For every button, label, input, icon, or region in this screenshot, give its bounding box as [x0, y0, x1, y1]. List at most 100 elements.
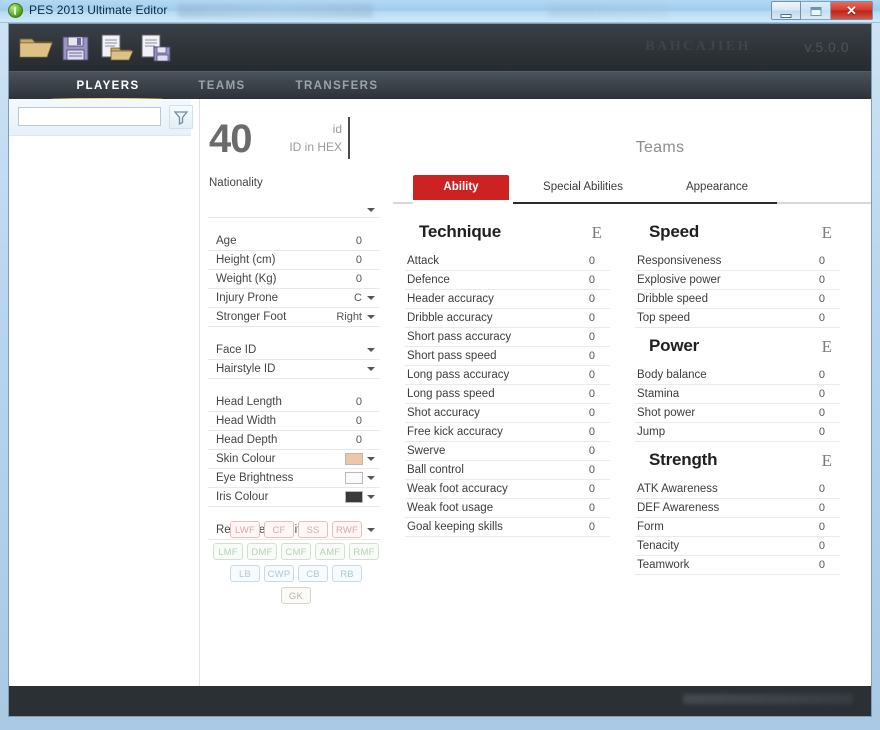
stat-row[interactable]: Shot power 0	[635, 404, 840, 423]
nationality-select[interactable]	[208, 201, 380, 218]
field-head-length[interactable]: Head Length 0	[208, 393, 380, 412]
position-amf[interactable]: AMF	[315, 543, 345, 560]
funnel-filter-icon[interactable]	[169, 105, 193, 129]
position-lmf[interactable]: LMF	[213, 543, 243, 560]
stat-row[interactable]: Attack 0	[405, 252, 610, 271]
section-header-power: Power E	[635, 336, 840, 366]
section-grade: E	[821, 451, 832, 470]
position-rwf[interactable]: RWF	[332, 521, 362, 538]
search-input[interactable]	[18, 107, 161, 126]
position-cwp[interactable]: CWP	[264, 565, 294, 582]
stat-label: Shot power	[637, 407, 696, 419]
stat-row[interactable]: Header accuracy 0	[405, 290, 610, 309]
field-face-id[interactable]: Face ID	[208, 341, 380, 360]
stat-row[interactable]: Weak foot usage 0	[405, 499, 610, 518]
position-cb[interactable]: CB	[298, 565, 328, 582]
tab-special-abilities[interactable]: Special Abilities	[513, 175, 653, 200]
export-document-icon[interactable]	[137, 32, 175, 64]
open-folder-icon[interactable]	[17, 32, 55, 64]
stat-row[interactable]: ATK Awareness 0	[635, 480, 840, 499]
position-rb[interactable]: RB	[332, 565, 362, 582]
title-blurred-text	[178, 4, 373, 17]
stat-row[interactable]: Ball control 0	[405, 461, 610, 480]
maximize-button[interactable]	[801, 1, 831, 20]
section-title-text: Power	[649, 336, 700, 355]
field-height[interactable]: Height (cm) 0	[208, 251, 380, 270]
stat-row[interactable]: Dribble accuracy 0	[405, 309, 610, 328]
import-document-icon[interactable]	[97, 32, 135, 64]
stat-row[interactable]: Goal keeping skills 0	[405, 518, 610, 537]
stat-value: 0	[588, 255, 595, 267]
stat-row[interactable]: Long pass accuracy 0	[405, 366, 610, 385]
stat-row[interactable]: Dribble speed 0	[635, 290, 840, 309]
field-injury-prone[interactable]: Injury Prone C	[208, 289, 380, 308]
stat-row[interactable]: Body balance 0	[635, 366, 840, 385]
section-grade: E	[821, 337, 832, 356]
stat-row[interactable]: Teamwork 0	[635, 556, 840, 575]
stat-row[interactable]: Shot accuracy 0	[405, 404, 610, 423]
nav-tab-players[interactable]: PLAYERS	[49, 72, 167, 100]
position-cmf[interactable]: CMF	[281, 543, 311, 560]
section-grade: E	[591, 223, 602, 242]
position-lb[interactable]: LB	[230, 565, 260, 582]
field-value: 0	[355, 273, 362, 285]
chevron-down-icon	[367, 367, 375, 371]
stat-row[interactable]: Long pass speed 0	[405, 385, 610, 404]
stat-row[interactable]: Short pass speed 0	[405, 347, 610, 366]
field-hairstyle-id[interactable]: Hairstyle ID	[208, 360, 380, 379]
field-value: Right	[336, 311, 362, 323]
field-iris-colour[interactable]: Iris Colour	[208, 488, 380, 507]
stat-row[interactable]: DEF Awareness 0	[635, 499, 840, 518]
field-label: Age	[216, 235, 237, 247]
stat-row[interactable]: Responsiveness 0	[635, 252, 840, 271]
field-eye-brightness[interactable]: Eye Brightness	[208, 469, 380, 488]
stat-row[interactable]: Short pass accuracy 0	[405, 328, 610, 347]
field-age[interactable]: Age 0	[208, 232, 380, 251]
stat-value: 0	[588, 350, 595, 362]
stat-label: Weak foot usage	[407, 502, 494, 514]
minimize-button[interactable]	[771, 1, 801, 20]
position-ss[interactable]: SS	[298, 521, 328, 538]
stat-row[interactable]: Swerve 0	[405, 442, 610, 461]
field-value: 0	[355, 254, 362, 266]
field-value: 0	[355, 434, 362, 446]
field-weight[interactable]: Weight (Kg) 0	[208, 270, 380, 289]
stat-row[interactable]: Defence 0	[405, 271, 610, 290]
close-button[interactable]: ✕	[831, 1, 873, 20]
position-cf[interactable]: CF	[264, 521, 294, 538]
stat-label: Jump	[637, 426, 666, 438]
stat-label: Form	[637, 521, 664, 533]
position-dmf[interactable]: DMF	[247, 543, 277, 560]
position-rmf[interactable]: RMF	[349, 543, 379, 560]
head-attributes-group: Head Length 0 Head Width 0 Head Depth 0	[208, 393, 380, 507]
stat-value: 0	[818, 255, 825, 267]
position-lwf[interactable]: LWF	[230, 521, 260, 538]
nav-tab-teams[interactable]: TEAMS	[179, 72, 265, 100]
stat-value: 0	[818, 407, 825, 419]
save-floppy-icon[interactable]	[57, 32, 95, 64]
tab-appearance[interactable]: Appearance	[657, 175, 777, 200]
basic-attributes-group: Age 0 Height (cm) 0 Weight (Kg) 0 Injury…	[208, 232, 380, 327]
field-stronger-foot[interactable]: Stronger Foot Right	[208, 308, 380, 327]
stat-value: 0	[588, 502, 595, 514]
stat-row[interactable]: Top speed 0	[635, 309, 840, 328]
stat-row[interactable]: Weak foot accuracy 0	[405, 480, 610, 499]
stat-row[interactable]: Tenacity 0	[635, 537, 840, 556]
nav-tab-transfers[interactable]: TRANSFERS	[289, 72, 385, 100]
field-head-depth[interactable]: Head Depth 0	[208, 431, 380, 450]
field-skin-colour[interactable]: Skin Colour	[208, 450, 380, 469]
stat-row[interactable]: Free kick accuracy 0	[405, 423, 610, 442]
stat-label: Ball control	[407, 464, 464, 476]
tab-ability[interactable]: Ability	[413, 175, 509, 200]
section-title-text: Strength	[649, 450, 718, 469]
appearance-id-group: Face ID Hairstyle ID	[208, 341, 380, 379]
field-head-width[interactable]: Head Width 0	[208, 412, 380, 431]
stat-value: 0	[588, 293, 595, 305]
position-gk[interactable]: GK	[281, 587, 311, 604]
stat-row[interactable]: Form 0	[635, 518, 840, 537]
stat-row[interactable]: Jump 0	[635, 423, 840, 442]
stat-row[interactable]: Explosive power 0	[635, 271, 840, 290]
minimize-icon	[780, 14, 792, 18]
stat-row[interactable]: Stamina 0	[635, 385, 840, 404]
main-navigation: PLAYERS TEAMS TRANSFERS	[9, 71, 871, 101]
